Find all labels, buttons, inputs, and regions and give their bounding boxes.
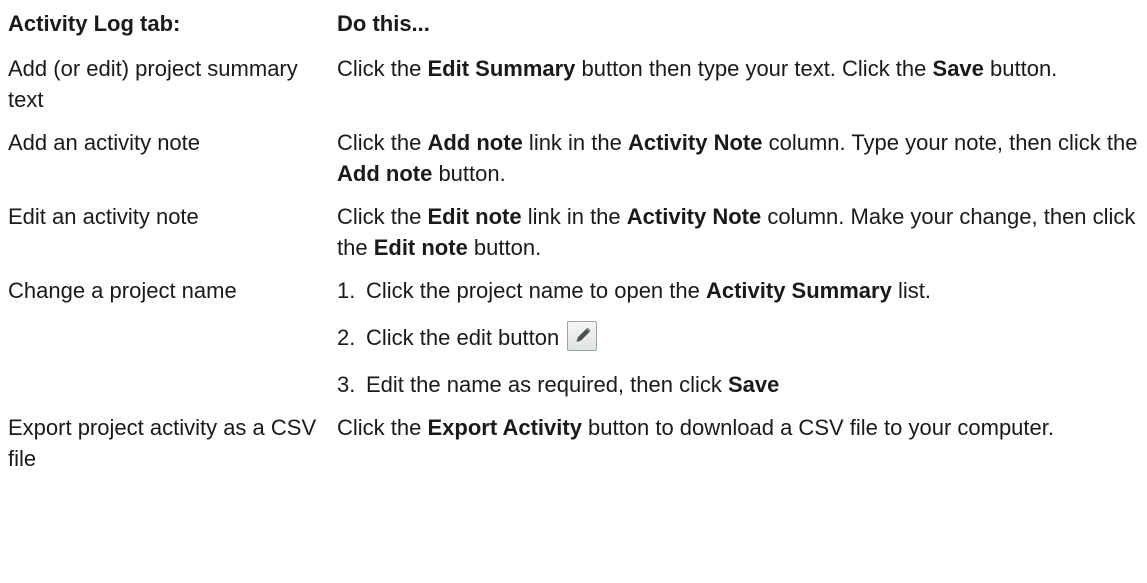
- table-row: Add an activity note Click the Add note …: [8, 127, 1147, 189]
- action-cell: Click the Edit Summary button then type …: [337, 53, 1147, 84]
- ui-term: Activity Summary: [705, 278, 892, 303]
- text-run: button.: [983, 56, 1058, 81]
- text-run: button then type your text. Click the: [575, 56, 933, 81]
- step-number: 3.: [337, 372, 356, 397]
- list-item: 1. Click the project name to open the Ac…: [337, 275, 1147, 306]
- text-run: Click the: [337, 56, 428, 81]
- action-cell: Click the Export Activity button to down…: [337, 412, 1147, 443]
- text-run: list.: [891, 278, 931, 303]
- pencil-icon: [567, 321, 598, 351]
- text-run: link in the: [521, 204, 627, 229]
- text-run: Click the: [337, 204, 428, 229]
- text-run: Click the: [337, 130, 428, 155]
- task-cell: Change a project name: [8, 278, 237, 303]
- task-cell: Add (or edit) project summary text: [8, 56, 298, 112]
- ui-term: Edit note: [373, 235, 468, 260]
- text-run: button.: [432, 161, 506, 186]
- header-task: Activity Log tab:: [8, 11, 181, 36]
- ui-term: Edit Summary: [427, 56, 576, 81]
- ui-term: Activity Note: [627, 130, 763, 155]
- ui-term: Save: [932, 56, 984, 81]
- text-run: Click the project name to open the: [366, 278, 706, 303]
- ui-term: Activity Note: [626, 204, 762, 229]
- table-header: Activity Log tab: Do this...: [8, 8, 1147, 39]
- step-number: 2.: [337, 325, 356, 350]
- text-run: column. Type your note, then click the: [762, 130, 1138, 155]
- ui-term: Save: [727, 372, 780, 397]
- pencil-glyph: [576, 327, 592, 342]
- ui-term: Export Activity: [427, 415, 582, 440]
- text-run: Click the edit button: [366, 325, 566, 350]
- text-run: button to download a CSV file to your co…: [581, 415, 1054, 440]
- action-cell: Click the Edit note link in the Activity…: [337, 201, 1147, 263]
- step-list: 1. Click the project name to open the Ac…: [337, 275, 1147, 400]
- list-item: 2. Click the edit button: [337, 321, 1147, 353]
- step-text: Edit the name as required, then click Sa…: [366, 369, 1147, 400]
- table-row: Add (or edit) project summary text Click…: [8, 53, 1147, 115]
- table-row: Edit an activity note Click the Edit not…: [8, 201, 1147, 263]
- table-row: Change a project name 1. Click the proje…: [8, 275, 1147, 400]
- text-run: Edit the name as required, then click: [366, 372, 728, 397]
- text-run: link in the: [522, 130, 628, 155]
- task-cell: Export project activity as a CSV file: [8, 415, 317, 471]
- ui-term: Edit note: [427, 204, 522, 229]
- instructions-table: Activity Log tab: Do this... Add (or edi…: [8, 8, 1147, 486]
- action-cell: Click the Add note link in the Activity …: [337, 127, 1147, 189]
- ui-term: Add note: [337, 161, 433, 186]
- text-run: button.: [467, 235, 542, 260]
- step-text: Click the project name to open the Activ…: [366, 275, 1147, 306]
- step-text: Click the edit button: [366, 321, 1147, 353]
- task-cell: Add an activity note: [8, 130, 201, 155]
- action-cell: 1. Click the project name to open the Ac…: [337, 275, 1147, 400]
- table-row: Export project activity as a CSV file Cl…: [8, 412, 1147, 474]
- text-run: Click the: [337, 415, 428, 440]
- step-number: 1.: [337, 278, 356, 303]
- ui-term: Add note: [427, 130, 523, 155]
- header-action: Do this...: [337, 11, 430, 36]
- task-cell: Edit an activity note: [8, 204, 199, 229]
- list-item: 3. Edit the name as required, then click…: [337, 369, 1147, 400]
